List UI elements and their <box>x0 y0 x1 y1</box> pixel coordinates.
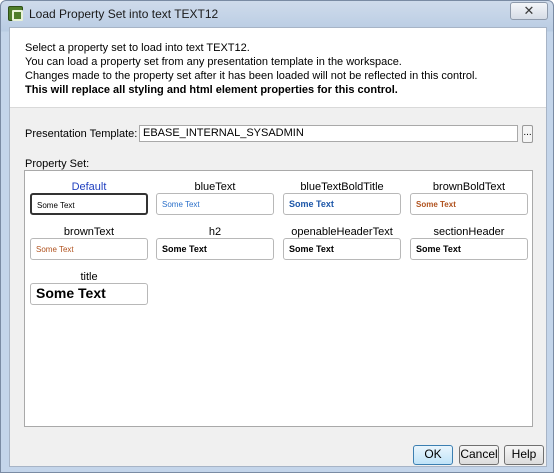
help-button[interactable]: Help <box>504 445 544 465</box>
cancel-button[interactable]: Cancel <box>459 445 499 465</box>
property-set-name: brownBoldText <box>432 181 506 193</box>
property-set-preview[interactable]: Some Text <box>30 238 148 260</box>
property-set-name: blueText <box>194 181 236 193</box>
property-set-panel: Default Some Text blueText Some Text blu… <box>24 170 533 427</box>
preview-text: Some Text <box>36 285 106 301</box>
property-set-preview[interactable]: Some Text <box>283 193 401 215</box>
browse-button[interactable]: ... <box>522 125 533 143</box>
close-button[interactable]: ✕ <box>510 2 548 20</box>
info-line-4: This will replace all styling and html e… <box>25 84 398 96</box>
preview-text: Some Text <box>416 244 461 254</box>
preview-text: Some Text <box>162 244 207 254</box>
info-line-1: Select a property set to load into text … <box>25 42 250 54</box>
ok-button[interactable]: OK <box>413 445 453 465</box>
info-line-2: You can load a property set from any pre… <box>25 56 402 68</box>
info-panel: Select a property set to load into text … <box>10 28 546 108</box>
property-set-name: h2 <box>208 226 222 238</box>
property-set-name: title <box>80 271 98 283</box>
property-set-name: openableHeaderText <box>291 226 393 238</box>
property-set-label: Property Set: <box>25 158 90 170</box>
property-set-preview[interactable]: Some Text <box>30 193 148 215</box>
dialog-window: Load Property Set into text TEXT12 ✕ Sel… <box>0 0 554 473</box>
presentation-template-label: Presentation Template: <box>25 128 138 140</box>
title-bar[interactable]: Load Property Set into text TEXT12 ✕ <box>1 1 553 27</box>
app-icon <box>8 6 23 21</box>
preview-text: Some Text <box>36 245 74 254</box>
property-set-preview[interactable]: Some Text <box>410 238 528 260</box>
close-icon: ✕ <box>523 3 535 18</box>
property-set-preview[interactable]: Some Text <box>283 238 401 260</box>
property-set-name: brownText <box>63 226 115 238</box>
property-set-name: sectionHeader <box>433 226 505 238</box>
property-set-preview[interactable]: Some Text <box>156 193 274 215</box>
preview-text: Some Text <box>289 244 334 254</box>
preview-text: Some Text <box>416 200 456 209</box>
property-set-preview[interactable]: Some Text <box>410 193 528 215</box>
preview-text: Some Text <box>37 201 75 210</box>
property-set-preview[interactable]: Some Text <box>156 238 274 260</box>
preview-text: Some Text <box>289 199 334 209</box>
presentation-template-field[interactable]: EBASE_INTERNAL_SYSADMIN <box>139 125 518 142</box>
dialog-body: Select a property set to load into text … <box>9 27 547 467</box>
property-set-name: blueTextBoldTitle <box>300 181 384 193</box>
info-line-3: Changes made to the property set after i… <box>25 70 478 82</box>
property-set-name: Default <box>71 181 107 193</box>
preview-text: Some Text <box>162 200 200 209</box>
window-title: Load Property Set into text TEXT12 <box>29 7 219 21</box>
property-set-preview[interactable]: Some Text <box>30 283 148 305</box>
